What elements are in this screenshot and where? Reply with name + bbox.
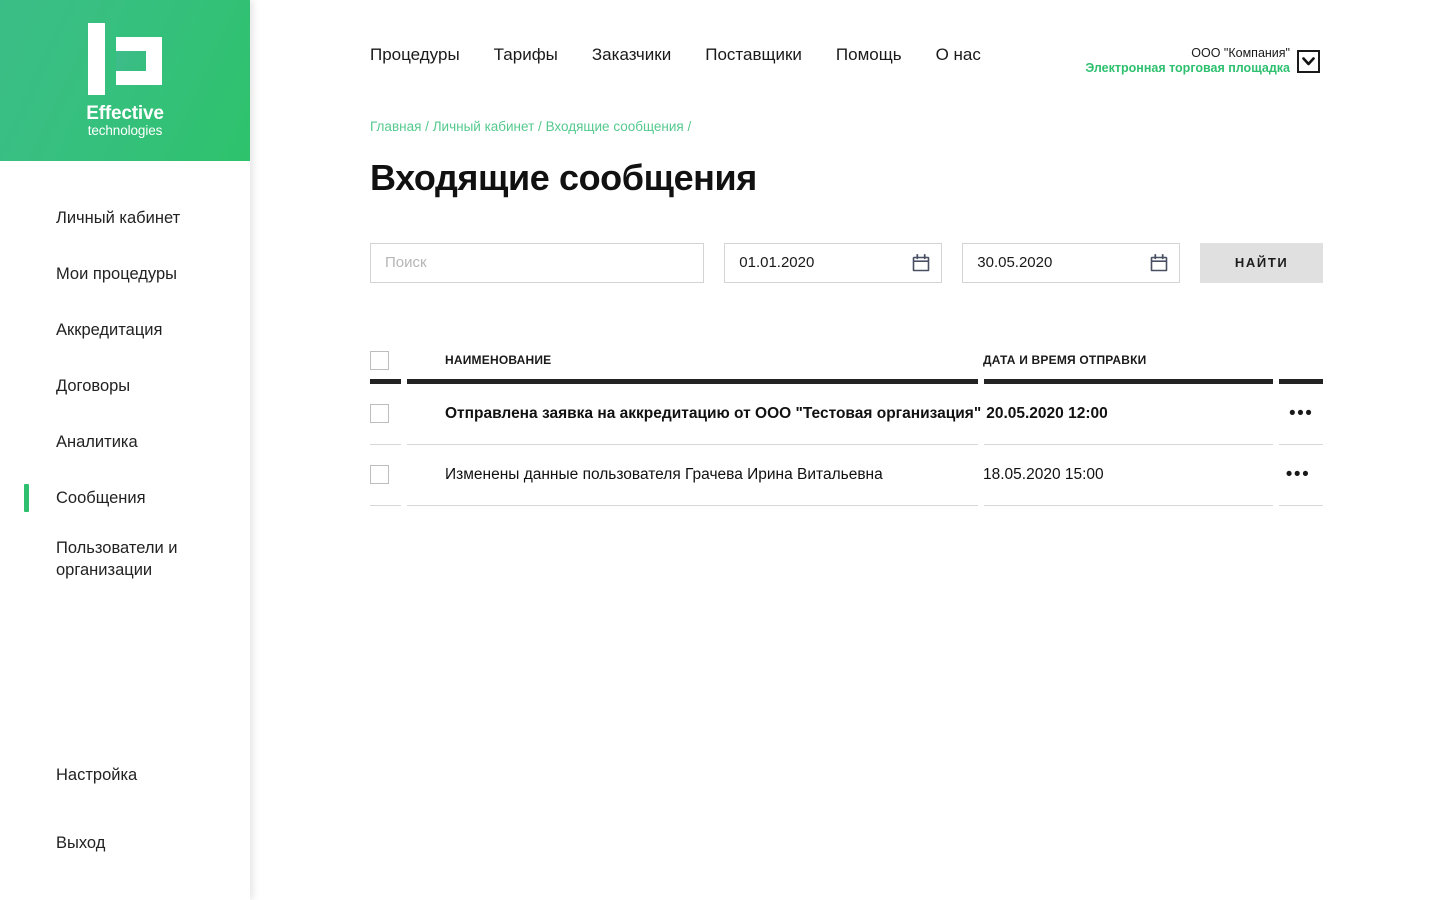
message-name: Отправлена заявка на аккредитацию от ООО… — [445, 404, 982, 422]
sidebar-item-accreditation[interactable]: Аккредитация — [0, 313, 250, 347]
sidebar-item-analytics[interactable]: Аналитика — [0, 425, 250, 459]
sidebar-item-label: Настройка — [56, 765, 138, 784]
brand-name-line1: Effective — [86, 102, 164, 124]
sidebar-item-label: Аккредитация — [56, 320, 163, 339]
messages-table: НАИМЕНОВАНИЕ ДАТА И ВРЕМЯ ОТПРАВКИ Отпра… — [370, 340, 1323, 506]
sidebar-item-label: Мои процедуры — [56, 264, 178, 283]
search-submit-button[interactable]: Найти — [1200, 242, 1323, 283]
sidebar-item-messages[interactable]: Сообщения — [0, 481, 250, 515]
table-body: Отправлена заявка на аккредитацию от ООО… — [370, 384, 1323, 506]
breadcrumb-separator-trailing: / — [687, 119, 692, 134]
row-select-cell — [370, 404, 407, 424]
account-company-name: ООО "Компания" — [1191, 46, 1290, 60]
active-indicator — [24, 829, 29, 857]
table-row[interactable]: Отправлена заявка на аккредитацию от ООО… — [370, 384, 1323, 444]
sidebar-item-settings[interactable]: Настройка — [0, 758, 250, 792]
sidebar-item-personal-account[interactable]: Личный кабинет — [0, 201, 250, 235]
row-checkbox[interactable] — [370, 465, 389, 485]
row-checkbox[interactable] — [370, 404, 389, 424]
brand-name-line2: technologies — [87, 122, 163, 138]
message-datetime: 20.05.2020 12:00 — [986, 404, 1108, 422]
top-navigation: Процедуры Тарифы Заказчики Поставщики По… — [250, 0, 1440, 110]
sidebar-nav: Личный кабинет Мои процедуры Аккредитаци… — [0, 161, 250, 582]
breadcrumb-item-home[interactable]: Главная — [370, 119, 421, 134]
date-from-input[interactable] — [724, 242, 943, 283]
table-row-divider — [370, 443, 1323, 445]
sidebar-item-my-procedures[interactable]: Мои процедуры — [0, 257, 250, 291]
nav-link-customers[interactable]: Заказчики — [592, 45, 671, 65]
sidebar-item-users-and-organizations[interactable]: Пользователи и организации — [0, 537, 250, 582]
active-indicator — [24, 316, 29, 344]
nav-link-about[interactable]: О нас — [936, 45, 981, 65]
app-root: Effective technologies Личный кабинет Мо… — [0, 0, 1440, 900]
account-switcher[interactable]: ООО "Компания" Электронная торговая площ… — [1085, 46, 1320, 76]
active-indicator — [24, 761, 29, 789]
main-content: Процедуры Тарифы Заказчики Поставщики По… — [250, 0, 1440, 900]
table-header: НАИМЕНОВАНИЕ ДАТА И ВРЕМЯ ОТПРАВКИ — [370, 340, 1323, 384]
brand-wordmark: Effective technologies — [86, 102, 164, 138]
sidebar-item-label: Аналитика — [56, 432, 138, 451]
message-name: Изменены данные пользователя Грачева Ири… — [445, 465, 883, 483]
nav-link-suppliers[interactable]: Поставщики — [705, 45, 802, 65]
logo-block[interactable]: Effective technologies — [0, 0, 250, 161]
active-indicator — [24, 260, 29, 288]
breadcrumb: Главная / Личный кабинет / Входящие сооб… — [370, 118, 1323, 136]
chevron-down-icon — [1302, 56, 1315, 65]
column-header-name[interactable]: НАИМЕНОВАНИЕ — [407, 353, 978, 370]
select-all-checkbox[interactable] — [370, 350, 389, 370]
breadcrumb-item-inbox[interactable]: Входящие сообщения — [546, 119, 684, 134]
active-indicator — [24, 204, 29, 232]
page-content: Главная / Личный кабинет / Входящие сооб… — [370, 118, 1323, 506]
active-indicator — [24, 484, 29, 512]
active-indicator — [24, 372, 29, 400]
sidebar-item-label: Личный кабинет — [56, 208, 181, 227]
account-info: ООО "Компания" Электронная торговая площ… — [1085, 46, 1290, 76]
filter-bar: Найти — [370, 242, 1323, 283]
sidebar-item-contracts[interactable]: Договоры — [0, 369, 250, 403]
account-platform-name: Электронная торговая площадка — [1085, 61, 1290, 75]
active-indicator — [24, 428, 29, 456]
sidebar-item-label: Сообщения — [56, 488, 146, 507]
table-header-rule — [370, 378, 1323, 384]
active-indicator — [24, 545, 29, 573]
nav-link-procedures[interactable]: Процедуры — [370, 45, 460, 65]
account-dropdown-button[interactable] — [1297, 49, 1320, 73]
sidebar-item-label: Договоры — [56, 376, 131, 395]
date-to-input[interactable] — [962, 242, 1181, 283]
date-from-wrapper — [724, 242, 943, 283]
row-select-cell — [370, 465, 407, 485]
sidebar: Effective technologies Личный кабинет Мо… — [0, 0, 250, 900]
sidebar-item-label: Выход — [56, 833, 106, 852]
nav-link-help[interactable]: Помощь — [836, 45, 902, 65]
sidebar-item-logout[interactable]: Выход — [0, 826, 250, 860]
breadcrumb-separator: / — [425, 119, 429, 134]
row-actions-cell: ••• — [1273, 465, 1323, 484]
breadcrumb-item-personal-account[interactable]: Личный кабинет — [433, 119, 535, 134]
table-row-divider — [370, 504, 1323, 506]
date-to-wrapper — [962, 242, 1181, 283]
nav-link-tariffs[interactable]: Тарифы — [494, 45, 558, 65]
row-actions-cell: ••• — [1276, 404, 1326, 423]
row-more-menu-icon[interactable]: ••• — [1289, 404, 1313, 423]
row-more-menu-icon[interactable]: ••• — [1286, 465, 1310, 484]
sidebar-bottom-nav: Настройка Выход — [0, 758, 250, 900]
column-header-date[interactable]: ДАТА И ВРЕМЯ ОТПРАВКИ — [978, 353, 1273, 370]
brand-logo-icon — [88, 22, 162, 95]
page-title: Входящие сообщения — [370, 157, 757, 198]
breadcrumb-separator: / — [538, 119, 542, 134]
search-input[interactable] — [370, 242, 705, 283]
table-row[interactable]: Изменены данные пользователя Грачева Ири… — [370, 445, 1323, 505]
select-all-cell — [370, 350, 407, 370]
message-datetime: 18.05.2020 15:00 — [983, 465, 1104, 483]
sidebar-item-label: Пользователи и организации — [56, 539, 178, 580]
top-nav-links: Процедуры Тарифы Заказчики Поставщики По… — [370, 45, 981, 65]
